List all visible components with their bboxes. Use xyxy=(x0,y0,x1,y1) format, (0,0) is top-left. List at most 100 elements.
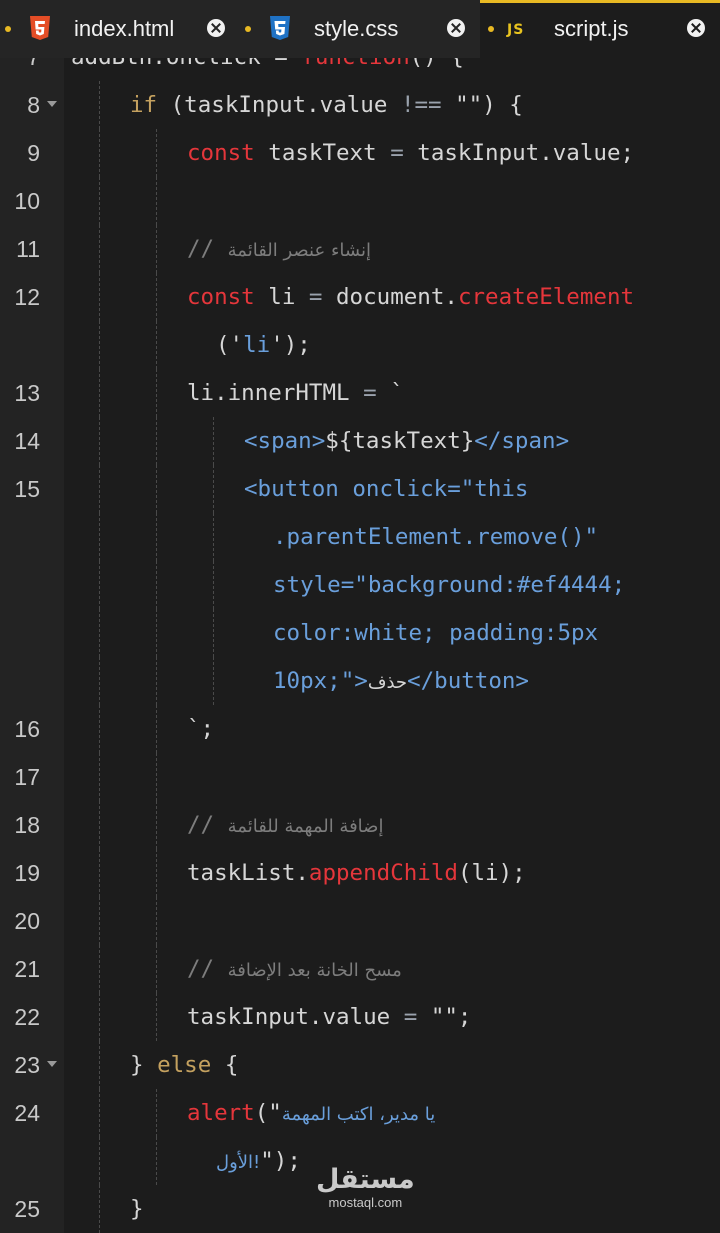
code-line-wrap[interactable]: style="background:#ef4444; xyxy=(273,561,625,609)
indent-guide xyxy=(156,129,157,177)
unsaved-dot-icon xyxy=(488,26,494,32)
indent-guide xyxy=(156,753,157,801)
indent-guide xyxy=(99,849,100,897)
code-line[interactable]: const li = document.createElement xyxy=(187,273,634,321)
code-token: li xyxy=(254,284,309,310)
code-line[interactable]: li.innerHTML = ` xyxy=(187,369,404,417)
code-line[interactable]: <button onclick="this xyxy=(244,465,528,513)
indent-guide xyxy=(99,609,100,657)
tag-token: </button> xyxy=(407,668,529,694)
indent-guide xyxy=(99,177,100,225)
code-line[interactable]: <span>${taskText}</span> xyxy=(244,417,569,465)
code-line-wrap[interactable]: .parentElement.remove()" xyxy=(273,513,598,561)
indent-guide xyxy=(156,1089,157,1137)
comment-token: مسح الخانة بعد الإضافة xyxy=(227,960,402,981)
close-tab-icon[interactable] xyxy=(447,19,465,37)
code-line[interactable]: `; xyxy=(187,705,214,753)
keyword-token: const xyxy=(187,140,255,166)
code-line-wrap[interactable]: color:white; padding:5px xyxy=(273,609,598,657)
indent-guide xyxy=(99,321,100,369)
code-line-wrap[interactable]: 10px;">حذف</button> xyxy=(273,657,529,707)
indent-guide xyxy=(213,657,214,705)
indent-guide xyxy=(156,177,157,225)
code-line-wrap[interactable]: ('li'); xyxy=(216,321,311,369)
code-line[interactable]: } xyxy=(130,1185,144,1233)
code-token: (li); xyxy=(457,860,526,886)
arabic-text: حذف xyxy=(367,672,408,693)
tab-label: index.html xyxy=(74,16,175,41)
unsaved-dot-icon xyxy=(245,26,251,32)
tab-script-js[interactable]: JS script.js xyxy=(480,0,720,58)
indent-guide xyxy=(213,561,214,609)
tab-label: style.css xyxy=(314,16,399,41)
code-line[interactable]: taskList.appendChild(li); xyxy=(187,849,526,897)
code-line[interactable]: } else { xyxy=(130,1041,238,1089)
line-number: 21 xyxy=(14,956,40,982)
fold-arrow-icon[interactable] xyxy=(47,101,57,107)
arabic-text: يا مدير، اكتب المهمة xyxy=(281,1104,436,1125)
indent-guide xyxy=(156,225,157,273)
operator-token: = xyxy=(390,140,404,166)
indent-guide xyxy=(156,801,157,849)
code-editor[interactable]: addBtn.onclick = function() { if (taskIn… xyxy=(64,0,720,1233)
indent-guide xyxy=(156,993,157,1041)
code-line-wrap[interactable]: الأول!"); xyxy=(216,1137,301,1187)
indent-guide xyxy=(99,1185,100,1233)
tab-style-css[interactable]: style.css xyxy=(240,0,480,58)
indent-guide xyxy=(156,705,157,753)
code-token: taskList. xyxy=(187,860,309,886)
code-line[interactable]: alert("يا مدير، اكتب المهمة xyxy=(187,1089,435,1139)
indent-guide xyxy=(99,753,100,801)
operator-token: = xyxy=(363,380,377,406)
comment-token: // xyxy=(187,956,228,982)
indent-guide xyxy=(213,513,214,561)
code-comment[interactable]: // مسح الخانة بعد الإضافة xyxy=(187,945,402,995)
close-tab-icon[interactable] xyxy=(687,19,705,37)
comment-token: // xyxy=(187,812,228,838)
code-line[interactable]: const taskText = taskInput.value; xyxy=(187,129,634,177)
code-line[interactable]: taskInput.value = ""; xyxy=(187,993,471,1041)
line-number: 22 xyxy=(14,1004,40,1030)
comment-token: إنشاء عنصر القائمة xyxy=(227,240,371,261)
keyword-token: if xyxy=(130,92,158,118)
indent-guide xyxy=(99,561,100,609)
indent-guide xyxy=(156,513,157,561)
close-tab-icon[interactable] xyxy=(207,19,225,37)
line-number: 8 xyxy=(27,92,40,118)
code-token: ""; xyxy=(417,1004,472,1030)
indent-guide xyxy=(213,609,214,657)
indent-guide xyxy=(99,1041,100,1089)
comment-token: // xyxy=(187,236,228,262)
code-token: { xyxy=(211,1052,239,1078)
code-line[interactable]: if (taskInput.value !== "") { xyxy=(130,81,523,129)
indent-guide xyxy=(156,465,157,513)
code-comment[interactable]: // إنشاء عنصر القائمة xyxy=(187,225,371,275)
indent-guide xyxy=(156,273,157,321)
function-token: createElement xyxy=(457,284,635,310)
fold-arrow-icon[interactable] xyxy=(47,1061,57,1067)
line-number: 25 xyxy=(14,1196,40,1222)
code-token: taskInput.value xyxy=(187,1004,404,1030)
line-number: 12 xyxy=(14,284,40,310)
tab-index-html[interactable]: index.html xyxy=(0,0,240,58)
indent-guide xyxy=(99,273,100,321)
code-token: (' xyxy=(216,332,244,358)
code-token: (" xyxy=(254,1100,282,1126)
code-comment[interactable]: // إضافة المهمة للقائمة xyxy=(187,801,383,851)
indent-guide xyxy=(99,129,100,177)
line-number: 20 xyxy=(14,908,40,934)
indent-guide xyxy=(156,945,157,993)
code-token: ${taskText} xyxy=(325,428,475,454)
line-number: 14 xyxy=(14,428,40,454)
string-token: li xyxy=(243,332,271,358)
indent-guide xyxy=(156,417,157,465)
indent-guide xyxy=(99,1089,100,1137)
indent-guide xyxy=(99,705,100,753)
function-token: alert xyxy=(187,1100,255,1126)
indent-guide xyxy=(156,657,157,705)
indent-guide xyxy=(213,417,214,465)
indent-guide xyxy=(99,993,100,1041)
line-number: 10 xyxy=(14,188,40,214)
line-number: 9 xyxy=(27,140,40,166)
tag-token: </span> xyxy=(474,428,570,454)
